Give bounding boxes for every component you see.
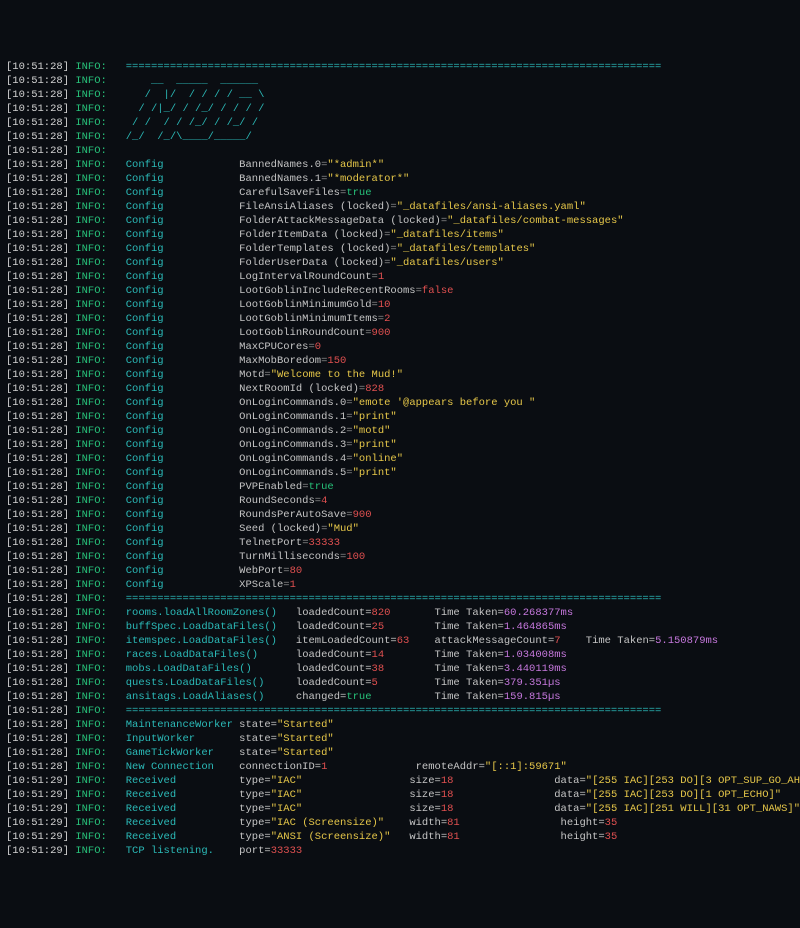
config-line: [10:51:28] INFO: Config OnLoginCommands.… — [6, 466, 794, 480]
loader-line: [10:51:28] INFO: rooms.loadAllRoomZones(… — [6, 606, 794, 620]
config-line: [10:51:28] INFO: Config RoundSeconds=4 — [6, 494, 794, 508]
worker-line: [10:51:28] INFO: GameTickWorker state="S… — [6, 746, 794, 760]
ascii-line: [10:51:28] INFO: / / / / /_/ / /_/ / — [6, 116, 794, 130]
rule: [10:51:28] INFO: =======================… — [6, 704, 794, 718]
config-line: [10:51:28] INFO: Config Motd="Welcome to… — [6, 368, 794, 382]
loader-line: [10:51:28] INFO: buffSpec.LoadDataFiles(… — [6, 620, 794, 634]
loader-line: [10:51:28] INFO: mobs.LoadDataFiles() lo… — [6, 662, 794, 676]
rule: [10:51:28] INFO: =======================… — [6, 592, 794, 606]
config-line: [10:51:28] INFO: Config OnLoginCommands.… — [6, 438, 794, 452]
new-connection: [10:51:28] INFO: New Connection connecti… — [6, 760, 794, 774]
received-line: [10:51:29] INFO: Received type="IAC (Scr… — [6, 816, 794, 830]
config-line: [10:51:28] INFO: Config OnLoginCommands.… — [6, 410, 794, 424]
blank: [10:51:28] INFO: — [6, 144, 794, 158]
ascii-line: [10:51:28] INFO: / /|_/ / /_/ / / / / — [6, 102, 794, 116]
config-line: [10:51:28] INFO: Config FolderItemData (… — [6, 228, 794, 242]
received-line: [10:51:29] INFO: Received type="IAC" siz… — [6, 788, 794, 802]
ascii-line: [10:51:28] INFO: __ _____ ______ — [6, 74, 794, 88]
config-line: [10:51:28] INFO: Config RoundsPerAutoSav… — [6, 508, 794, 522]
ascii-line: [10:51:28] INFO: /_/ /_/\____/_____/ — [6, 130, 794, 144]
config-line: [10:51:28] INFO: Config OnLoginCommands.… — [6, 452, 794, 466]
config-line: [10:51:28] INFO: Config XPScale=1 — [6, 578, 794, 592]
config-line: [10:51:28] INFO: Config PVPEnabled=true — [6, 480, 794, 494]
config-line: [10:51:28] INFO: Config BannedNames.0="*… — [6, 158, 794, 172]
config-line: [10:51:28] INFO: Config FolderAttackMess… — [6, 214, 794, 228]
config-line: [10:51:28] INFO: Config LootGoblinRoundC… — [6, 326, 794, 340]
config-line: [10:51:28] INFO: Config TelnetPort=33333 — [6, 536, 794, 550]
config-line: [10:51:28] INFO: Config LogIntervalRound… — [6, 270, 794, 284]
worker-line: [10:51:28] INFO: MaintenanceWorker state… — [6, 718, 794, 732]
ascii-line: [10:51:28] INFO: / |/ / / / / __ \ — [6, 88, 794, 102]
config-line: [10:51:28] INFO: Config OnLoginCommands.… — [6, 396, 794, 410]
config-line: [10:51:28] INFO: Config OnLoginCommands.… — [6, 424, 794, 438]
worker-line: [10:51:28] INFO: InputWorker state="Star… — [6, 732, 794, 746]
loader-line: [10:51:28] INFO: itemspec.LoadDataFiles(… — [6, 634, 794, 648]
received-line: [10:51:29] INFO: Received type="IAC" siz… — [6, 802, 794, 816]
received-line: [10:51:29] INFO: Received type="IAC" siz… — [6, 774, 794, 788]
config-line: [10:51:28] INFO: Config LootGoblinMinimu… — [6, 298, 794, 312]
config-line: [10:51:28] INFO: Config LootGoblinInclud… — [6, 284, 794, 298]
config-line: [10:51:28] INFO: Config FolderUserData (… — [6, 256, 794, 270]
config-line: [10:51:28] INFO: Config LootGoblinMinimu… — [6, 312, 794, 326]
config-line: [10:51:28] INFO: Config FolderTemplates … — [6, 242, 794, 256]
config-line: [10:51:28] INFO: Config MaxMobBoredom=15… — [6, 354, 794, 368]
tcp-listening: [10:51:29] INFO: TCP listening. port=333… — [6, 844, 794, 858]
received-line: [10:51:29] INFO: Received type="ANSI (Sc… — [6, 830, 794, 844]
config-line: [10:51:28] INFO: Config FileAnsiAliases … — [6, 200, 794, 214]
config-line: [10:51:28] INFO: Config MaxCPUCores=0 — [6, 340, 794, 354]
loader-line: [10:51:28] INFO: ansitags.LoadAliases() … — [6, 690, 794, 704]
loader-line: [10:51:28] INFO: races.LoadDataFiles() l… — [6, 648, 794, 662]
config-line: [10:51:28] INFO: Config TurnMilliseconds… — [6, 550, 794, 564]
header-rule: [10:51:28] INFO: =======================… — [6, 60, 794, 74]
config-line: [10:51:28] INFO: Config Seed (locked)="M… — [6, 522, 794, 536]
config-line: [10:51:28] INFO: Config WebPort=80 — [6, 564, 794, 578]
config-line: [10:51:28] INFO: Config CarefulSaveFiles… — [6, 186, 794, 200]
config-line: [10:51:28] INFO: Config BannedNames.1="*… — [6, 172, 794, 186]
config-line: [10:51:28] INFO: Config NextRoomId (lock… — [6, 382, 794, 396]
